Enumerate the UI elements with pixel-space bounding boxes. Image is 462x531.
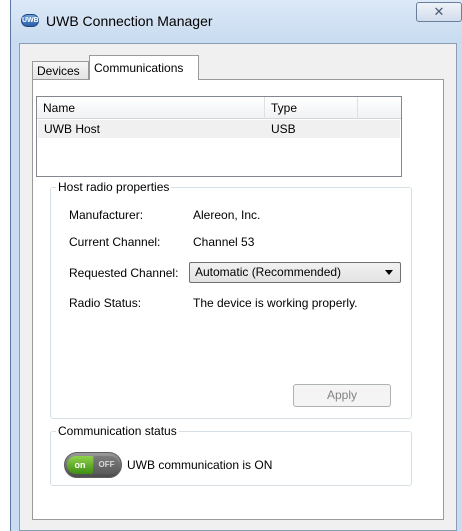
window-title: UWB Connection Manager bbox=[46, 13, 213, 29]
device-type-cell: USB bbox=[271, 122, 296, 136]
toggle-off-label: OFF bbox=[94, 456, 119, 474]
table-row[interactable]: UWB Host USB bbox=[38, 120, 400, 138]
communication-status-group: Communication status on OFF UWB communic… bbox=[50, 424, 412, 486]
device-name-cell: UWB Host bbox=[44, 122, 101, 136]
column-header-type[interactable]: Type bbox=[265, 97, 358, 119]
communication-toggle[interactable]: on OFF bbox=[64, 452, 122, 478]
uwb-app-icon: UWB bbox=[21, 14, 39, 27]
device-list-header: Name Type bbox=[37, 97, 401, 119]
host-radio-properties-group: Host radio properties Manufacturer: Aler… bbox=[50, 180, 412, 419]
chevron-down-icon bbox=[385, 270, 393, 275]
tab-communications[interactable]: Communications bbox=[89, 55, 199, 80]
communication-status-text: UWB communication is ON bbox=[127, 458, 273, 472]
desktop-edge bbox=[0, 0, 10, 531]
title-bar[interactable]: UWB UWB Connection Manager ✕ bbox=[11, 0, 462, 43]
close-button[interactable]: ✕ bbox=[416, 2, 462, 22]
tab-communications-label: Communications bbox=[94, 61, 184, 75]
manufacturer-label: Manufacturer: bbox=[69, 208, 144, 222]
requested-channel-select[interactable]: Automatic (Recommended) bbox=[189, 262, 401, 283]
device-list[interactable]: Name Type UWB Host USB bbox=[36, 96, 402, 177]
current-channel-value: Channel 53 bbox=[193, 235, 255, 249]
manufacturer-value: Alereon, Inc. bbox=[193, 208, 261, 222]
tab-devices-label: Devices bbox=[37, 64, 80, 78]
toggle-on-label: on bbox=[67, 456, 93, 474]
current-channel-label: Current Channel: bbox=[69, 235, 161, 249]
communication-status-label: Communication status bbox=[56, 424, 179, 438]
apply-button[interactable]: Apply bbox=[293, 384, 391, 407]
radio-status-value: The device is working properly. bbox=[193, 296, 358, 310]
radio-status-label: Radio Status: bbox=[69, 296, 142, 310]
host-radio-properties-label: Host radio properties bbox=[56, 180, 172, 194]
tab-devices[interactable]: Devices bbox=[32, 61, 89, 79]
column-header-name[interactable]: Name bbox=[37, 97, 265, 119]
requested-channel-label: Requested Channel: bbox=[69, 266, 179, 280]
requested-channel-selected-value: Automatic (Recommended) bbox=[195, 265, 342, 279]
